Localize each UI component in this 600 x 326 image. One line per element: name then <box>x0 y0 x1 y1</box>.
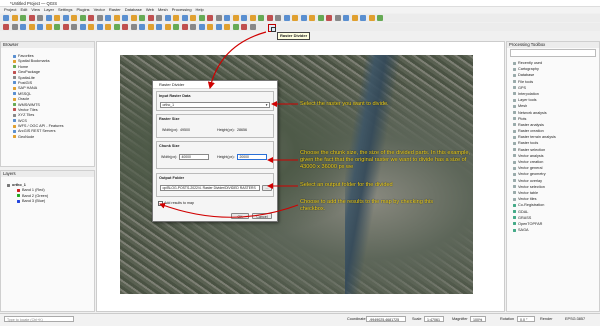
arrow-to-dialog <box>207 31 267 90</box>
crs-label[interactable]: EPSG:3857 <box>565 317 585 321</box>
magnifier-input[interactable]: 100% <box>470 316 486 322</box>
scale-input[interactable]: 1:47061 <box>424 316 444 322</box>
magnifier-label: Magnifier <box>452 316 468 321</box>
coordinate-input[interactable]: -9949025,4681725 <box>366 316 406 322</box>
scale-label: Scale <box>412 316 422 321</box>
arrow-checkbox <box>159 202 299 218</box>
render-checkbox-label[interactable]: Render <box>540 317 552 321</box>
rotation-input[interactable]: 0.0 ° <box>517 316 535 322</box>
coordinate-label: Coordinate <box>347 316 366 321</box>
status-bar: Type to locate (Ctrl+K) Coordinate -9949… <box>0 313 600 326</box>
rotation-label: Rotation <box>500 316 515 321</box>
locator-search-input[interactable]: Type to locate (Ctrl+K) <box>4 316 74 322</box>
annotation-arrows <box>159 31 299 218</box>
